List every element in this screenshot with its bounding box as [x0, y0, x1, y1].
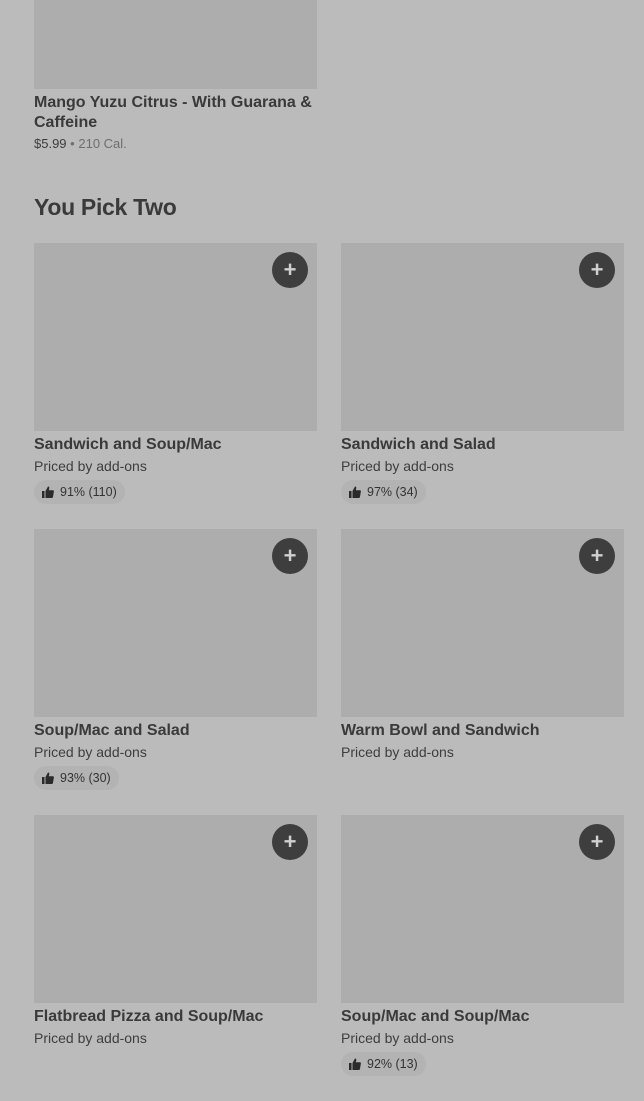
thumbs-up-icon [349, 486, 361, 498]
item-name: Flatbread Pizza and Soup/Mac [34, 1008, 264, 1025]
rating-text: 93% (30) [60, 771, 111, 785]
item-price: Priced by add-ons [341, 1030, 454, 1046]
item-image: + [341, 529, 624, 717]
section-title: You Pick Two [34, 194, 177, 220]
item-image: + [34, 815, 317, 1003]
item-name: Sandwich and Soup/Mac [34, 436, 222, 453]
rating-text: 92% (13) [367, 1057, 418, 1071]
rating-badge: 91% (110) [34, 480, 125, 504]
item-name: Warm Bowl and Sandwich [341, 722, 540, 739]
meta-separator: • [70, 136, 75, 151]
menu-row: + Soup/Mac and Salad Priced by add-ons 9… [34, 529, 624, 815]
menu-item-card-mango-yuzu[interactable]: Mango Yuzu Citrus - With Guarana & Caffe… [34, 0, 317, 151]
menu-item-card[interactable]: + Sandwich and Salad Priced by add-ons 9… [341, 243, 624, 529]
menu-row: + Sandwich and Soup/Mac Priced by add-on… [34, 243, 624, 529]
item-name: Soup/Mac and Soup/Mac [341, 1008, 530, 1025]
thumbs-up-icon [42, 772, 54, 784]
menu-item-card[interactable]: + Warm Bowl and Sandwich Priced by add-o… [341, 529, 624, 815]
item-price: Priced by add-ons [34, 458, 147, 474]
item-image: + [341, 815, 624, 1003]
add-button[interactable]: + [579, 824, 615, 860]
add-button[interactable]: + [272, 252, 308, 288]
item-name: Mango Yuzu Citrus - With Guarana & Caffe… [34, 94, 312, 131]
item-price: $5.99 [34, 136, 67, 151]
menu-item-card[interactable]: + Soup/Mac and Soup/Mac Priced by add-on… [341, 815, 624, 1101]
thumbs-up-icon [42, 486, 54, 498]
rating-text: 91% (110) [60, 485, 117, 499]
menu-grid: + Sandwich and Soup/Mac Priced by add-on… [34, 243, 624, 1101]
rating-badge: 93% (30) [34, 766, 119, 790]
menu-item-card[interactable]: + Flatbread Pizza and Soup/Mac Priced by… [34, 815, 317, 1101]
item-image: + [341, 243, 624, 431]
menu-row: + Flatbread Pizza and Soup/Mac Priced by… [34, 815, 624, 1101]
item-price: Priced by add-ons [34, 744, 147, 760]
item-image [34, 0, 317, 89]
rating-badge: 92% (13) [341, 1052, 426, 1076]
item-meta: $5.99 • 210 Cal. [34, 136, 317, 151]
item-price: Priced by add-ons [341, 744, 454, 760]
item-price: Priced by add-ons [34, 1030, 147, 1046]
menu-item-card[interactable]: + Sandwich and Soup/Mac Priced by add-on… [34, 243, 317, 529]
item-image: + [34, 243, 317, 431]
add-button[interactable]: + [272, 824, 308, 860]
item-name: Sandwich and Salad [341, 436, 496, 453]
rating-text: 97% (34) [367, 485, 418, 499]
menu-item-card[interactable]: + Soup/Mac and Salad Priced by add-ons 9… [34, 529, 317, 815]
add-button[interactable]: + [579, 538, 615, 574]
rating-badge: 97% (34) [341, 480, 426, 504]
item-image: + [34, 529, 317, 717]
thumbs-up-icon [349, 1058, 361, 1070]
item-price: Priced by add-ons [341, 458, 454, 474]
add-button[interactable]: + [579, 252, 615, 288]
item-name: Soup/Mac and Salad [34, 722, 190, 739]
item-calories: 210 Cal. [78, 136, 127, 151]
add-button[interactable]: + [272, 538, 308, 574]
